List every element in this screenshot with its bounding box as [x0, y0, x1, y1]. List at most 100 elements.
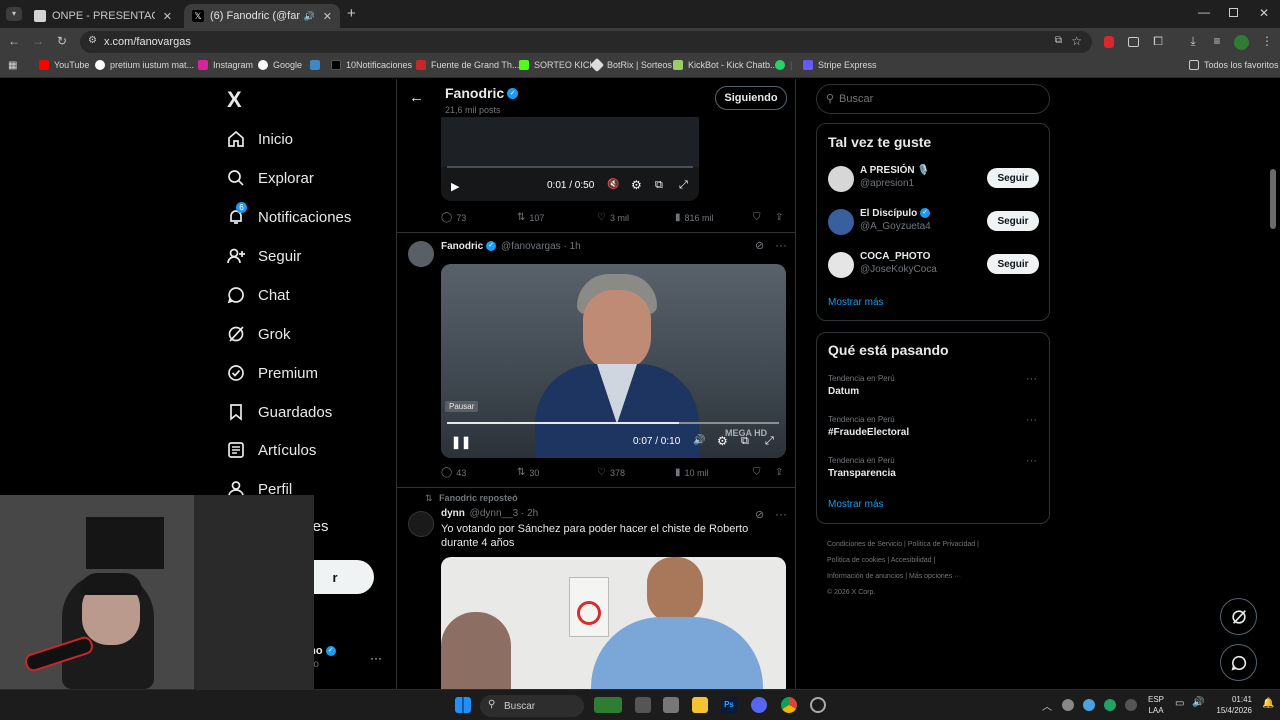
network-icon[interactable]: ▭ [1175, 698, 1184, 709]
suggestion-item[interactable]: A PRESIÓN 🎙️ @apresion1 [860, 165, 930, 189]
weather-icon[interactable] [594, 697, 622, 713]
pause-icon[interactable]: ❚❚ [451, 435, 471, 449]
reply-button[interactable]: ◯ 73 [441, 212, 466, 223]
trend-more-icon[interactable]: ··· [1026, 373, 1037, 385]
sidebar-item-guardados[interactable]: Guardados [226, 402, 332, 422]
trend-more-icon[interactable]: ··· [1026, 455, 1037, 467]
follow-button[interactable]: Seguir [987, 168, 1039, 188]
profile-avatar[interactable] [1234, 35, 1249, 50]
bookmark-kickbot[interactable]: KickBot - Kick Chatb... [673, 60, 778, 70]
download-icon[interactable]: ⤓ [1185, 34, 1201, 49]
pip-icon[interactable]: ⧉ [741, 435, 749, 448]
back-icon[interactable]: ← [6, 34, 22, 48]
trend-item[interactable]: Tendencia en Perú Transparencia [828, 456, 896, 479]
minimize-icon[interactable]: — [1198, 5, 1210, 19]
sidebar-item-notificaciones[interactable]: 6 Notificaciones [226, 202, 351, 227]
sidebar-item-inicio[interactable]: Inicio [226, 129, 293, 149]
footer-link[interactable]: Condiciones de Servicio [827, 541, 902, 548]
like-button[interactable]: ♡ 378 [597, 467, 625, 478]
reload-icon[interactable]: ↻ [54, 34, 70, 48]
footer-link[interactable]: Política de cookies [827, 557, 885, 564]
avatar[interactable] [828, 166, 854, 192]
avatar[interactable] [828, 209, 854, 235]
post-more-icon[interactable]: ··· [775, 507, 787, 521]
post-author[interactable]: Fanodric [441, 241, 483, 252]
tray-icon-1[interactable] [1062, 699, 1074, 711]
close-tab-icon[interactable]: ✕ [323, 10, 332, 23]
tab-onpe[interactable]: ONPE - PRESENTACIÓN DE RES ✕ [26, 4, 180, 28]
video-progress-track[interactable] [447, 422, 779, 424]
trend-item[interactable]: Tendencia en Perú #FraudeElectoral [828, 415, 909, 438]
trends-show-more-link[interactable]: Mostrar más [828, 499, 884, 510]
follow-button[interactable]: Seguir [987, 254, 1039, 274]
like-button[interactable]: ♡ 3 mil [597, 212, 629, 223]
fullscreen-icon[interactable]: ⤢ [765, 435, 774, 448]
post-author[interactable]: dynn [441, 508, 465, 519]
close-tab-icon[interactable]: ✕ [163, 10, 172, 23]
footer-link[interactable]: Accesibilidad [891, 557, 932, 564]
bookmark-sorteo-kick[interactable]: SORTEO KICK [519, 60, 595, 70]
tab-list-icon[interactable]: ▾ [6, 7, 22, 21]
post2-video[interactable]: Pausar MEGA HD ❚❚ 0:07 / 0:10 🔊 ⚙ ⧉ ⤢ [441, 264, 786, 458]
reposted-by[interactable]: Fanodric reposteó [439, 493, 518, 503]
x-logo[interactable]: X [227, 87, 242, 113]
clock[interactable]: 01:41 15/4/2026 [1212, 694, 1252, 716]
trend-more-icon[interactable]: ··· [1026, 414, 1037, 426]
follow-button[interactable]: Seguir [987, 211, 1039, 231]
apps-icon[interactable]: ▦ [8, 60, 17, 71]
puzzle-icon[interactable]: ⧠ [1150, 34, 1166, 49]
post3-image[interactable] [441, 557, 786, 689]
settings-icon[interactable]: ⚙ [717, 434, 728, 448]
notifications-icon[interactable]: 🔔 [1262, 698, 1274, 709]
chat-float-button[interactable] [1220, 644, 1257, 681]
sidebar-item-explorar[interactable]: Explorar [226, 168, 314, 188]
more-icon[interactable]: ··· [370, 651, 382, 665]
post-more-icon[interactable]: ··· [775, 238, 787, 252]
share-button[interactable]: ⇪ [775, 467, 787, 478]
chrome-icon[interactable] [781, 697, 797, 713]
bookmark-botrix[interactable]: BotRix | Sorteos [589, 57, 672, 73]
footer-link[interactable]: Política de Privacidad [908, 541, 975, 548]
bookmark-instagram[interactable]: Instagram [198, 60, 253, 70]
photoshop-icon[interactable]: Ps [721, 697, 737, 713]
page-scrollbar[interactable] [1270, 169, 1276, 229]
repost-button[interactable]: ⇅ 107 [517, 212, 544, 223]
task-view-icon[interactable] [635, 697, 651, 713]
settings-icon[interactable]: ⚙ [631, 178, 642, 192]
pip-icon[interactable]: ⧉ [655, 179, 663, 192]
views-button[interactable]: ▮ 10 mil [675, 467, 709, 478]
tray-icon-3[interactable] [1104, 699, 1116, 711]
bookmark-stripe[interactable]: Stripe Express [803, 60, 877, 70]
avatar[interactable] [828, 252, 854, 278]
extension-icon[interactable] [1128, 37, 1139, 47]
post-handle[interactable]: @dynn__3 [470, 508, 519, 519]
trend-item[interactable]: Tendencia en Perú Datum [828, 374, 895, 397]
bookmark-google[interactable]: Google [258, 60, 302, 70]
speaker-icon[interactable]: 🔊 [304, 11, 315, 22]
sidebar-item-chat[interactable]: Chat [226, 285, 290, 305]
footer-link[interactable]: Información de anuncios [827, 573, 903, 580]
tray-chevron-icon[interactable]: ︿ [1042, 698, 1052, 713]
bookmark-post-button[interactable]: ⛉ [753, 467, 765, 478]
extension-red-icon[interactable] [1104, 36, 1114, 48]
media-icon[interactable]: ≡ [1209, 34, 1225, 48]
discord-icon[interactable] [751, 697, 767, 713]
address-bar[interactable]: ⚙ x.com/fanovargas ⧉ ☆ [80, 31, 1092, 53]
post1-video[interactable]: ▶ 0:01 / 0:50 🔇 ⚙ ⧉ ⤢ [441, 117, 699, 201]
fullscreen-icon[interactable]: ⤢ [679, 179, 688, 192]
grok-float-button[interactable] [1220, 598, 1257, 635]
site-info-icon[interactable]: ⚙ [88, 35, 97, 46]
phone-link-icon[interactable] [663, 697, 679, 713]
sidebar-item-premium[interactable]: Premium [226, 363, 318, 383]
bookmark-fuente-gta[interactable]: Fuente de Grand Th... [416, 60, 519, 70]
back-arrow-icon[interactable]: ← [409, 89, 424, 106]
forward-icon[interactable]: → [30, 34, 46, 48]
file-explorer-icon[interactable] [692, 697, 708, 713]
search-box[interactable]: ⚲ Buscar [816, 84, 1050, 114]
grok-explain-icon[interactable]: ⊘ [755, 508, 764, 521]
tray-icon-2[interactable] [1083, 699, 1095, 711]
close-window-icon[interactable]: ✕ [1259, 6, 1269, 20]
taskbar-search[interactable]: ⚲ Buscar [480, 695, 584, 717]
video-progress-track[interactable] [447, 166, 693, 168]
volume-icon[interactable]: 🔊 [1192, 697, 1204, 708]
